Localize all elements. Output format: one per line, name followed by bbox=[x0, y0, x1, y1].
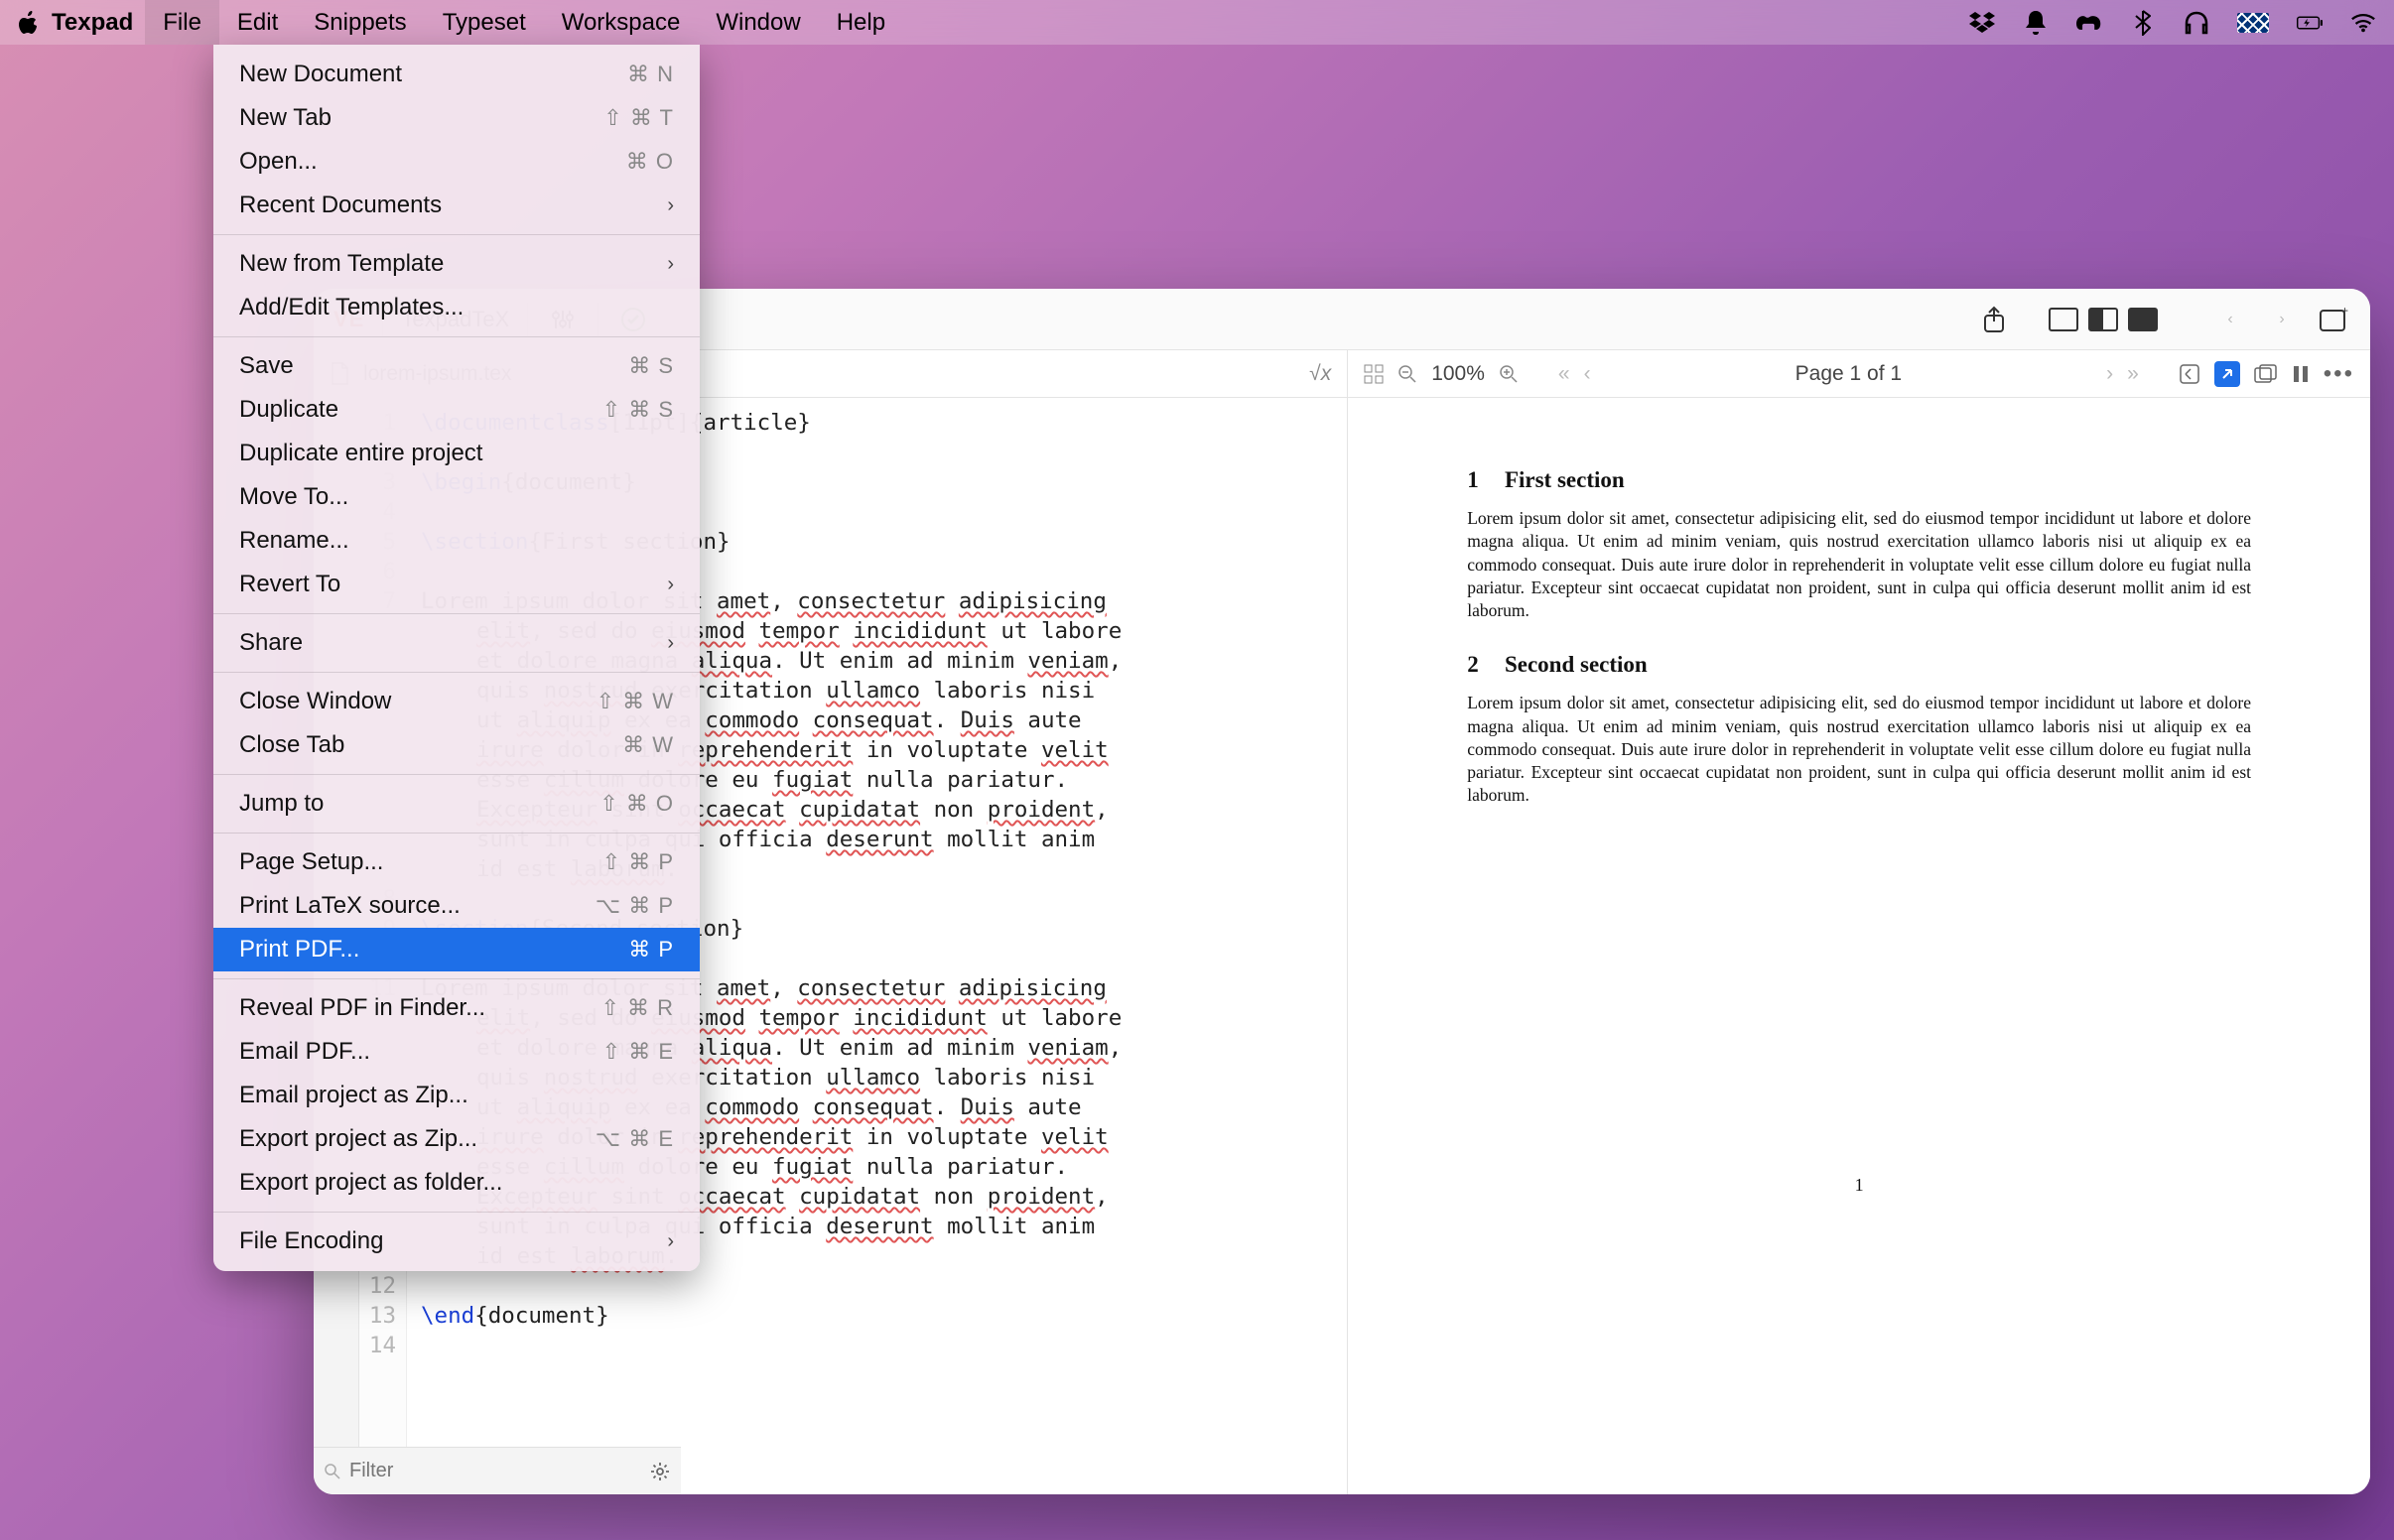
last-page-icon[interactable]: » bbox=[2127, 362, 2139, 386]
preview-toolbar: 100% « ‹ Page 1 of 1 › » ••• bbox=[1348, 350, 2370, 397]
menubar: Texpad FileEditSnippetsTypesetWorkspaceW… bbox=[0, 0, 2394, 45]
zoom-level: 100% bbox=[1431, 362, 1485, 386]
page-indicator: Page 1 of 1 bbox=[1605, 362, 2092, 386]
menu-item-reveal-pdf-in-finder-[interactable]: Reveal PDF in Finder...⇧ ⌘ R bbox=[213, 986, 700, 1030]
battery-icon[interactable] bbox=[2297, 10, 2323, 36]
external-icon[interactable] bbox=[2214, 361, 2240, 387]
share-icon[interactable] bbox=[1977, 303, 2011, 336]
menu-item-close-tab[interactable]: Close Tab⌘ W bbox=[213, 723, 700, 767]
menu-item-print-latex-source-[interactable]: Print LaTeX source...⌥ ⌘ P bbox=[213, 884, 700, 928]
preview-page: 1 First sectionLorem ipsum dolor sit ame… bbox=[1467, 467, 2251, 1196]
layout-single-icon[interactable] bbox=[2049, 308, 2078, 331]
zoom-out-icon[interactable] bbox=[1397, 364, 1417, 384]
zoom-in-icon[interactable] bbox=[1499, 364, 1519, 384]
menu-item-page-setup-[interactable]: Page Setup...⇧ ⌘ P bbox=[213, 840, 700, 884]
pause-icon[interactable] bbox=[2292, 364, 2310, 384]
sync-icon[interactable] bbox=[2179, 363, 2200, 385]
headphones-icon[interactable] bbox=[2184, 10, 2209, 36]
menu-item-print-pdf-[interactable]: Print PDF...⌘ P bbox=[213, 928, 700, 971]
menu-item-recent-documents[interactable]: Recent Documents› bbox=[213, 184, 700, 227]
menu-file[interactable]: File bbox=[145, 0, 219, 45]
menu-item-export-project-as-zip-[interactable]: Export project as Zip...⌥ ⌘ E bbox=[213, 1117, 700, 1161]
next-page-icon[interactable]: › bbox=[2106, 362, 2113, 386]
menu-item-open-[interactable]: Open...⌘ O bbox=[213, 140, 700, 184]
first-page-icon[interactable]: « bbox=[1558, 362, 1570, 386]
menu-item-add-edit-templates-[interactable]: Add/Edit Templates... bbox=[213, 286, 700, 329]
windows-icon[interactable] bbox=[2254, 364, 2278, 384]
formula-icon[interactable]: √x bbox=[1309, 362, 1331, 386]
file-menu-dropdown: New Document⌘ NNew Tab⇧ ⌘ TOpen...⌘ ORec… bbox=[213, 45, 700, 1271]
menu-item-duplicate-entire-project[interactable]: Duplicate entire project bbox=[213, 432, 700, 475]
gear-icon[interactable] bbox=[649, 1461, 671, 1482]
menubar-right bbox=[1969, 10, 2376, 36]
more-icon[interactable]: ••• bbox=[2324, 360, 2354, 388]
layout-selector[interactable] bbox=[2049, 308, 2158, 331]
menu-item-close-window[interactable]: Close Window⇧ ⌘ W bbox=[213, 680, 700, 723]
flag-uk-icon[interactable] bbox=[2237, 13, 2269, 33]
menu-item-save[interactable]: Save⌘ S bbox=[213, 344, 700, 388]
menu-typeset[interactable]: Typeset bbox=[425, 0, 544, 45]
menu-item-rename-[interactable]: Rename... bbox=[213, 519, 700, 563]
layout-full-icon[interactable] bbox=[2128, 308, 2158, 331]
filter-bar bbox=[314, 1447, 681, 1494]
prev-page-icon[interactable]: ‹ bbox=[1584, 362, 1591, 386]
apple-logo-icon[interactable] bbox=[18, 11, 40, 35]
elephant-icon[interactable] bbox=[2076, 10, 2102, 36]
nav-back-icon[interactable]: ‹ bbox=[2213, 303, 2247, 336]
filter-icon bbox=[324, 1463, 341, 1480]
menu-window[interactable]: Window bbox=[698, 0, 818, 45]
wifi-icon[interactable] bbox=[2350, 10, 2376, 36]
grid-icon[interactable] bbox=[1364, 364, 1384, 384]
menu-item-new-tab[interactable]: New Tab⇧ ⌘ T bbox=[213, 96, 700, 140]
menu-item-export-project-as-folder-[interactable]: Export project as folder... bbox=[213, 1161, 700, 1205]
app-name[interactable]: Texpad bbox=[52, 9, 133, 37]
new-window-icon[interactable]: + bbox=[2317, 303, 2350, 336]
menu-item-jump-to[interactable]: Jump to⇧ ⌘ O bbox=[213, 782, 700, 826]
menu-item-share[interactable]: Share› bbox=[213, 621, 700, 665]
menubar-left: Texpad FileEditSnippetsTypesetWorkspaceW… bbox=[18, 0, 903, 45]
menu-item-move-to-[interactable]: Move To... bbox=[213, 475, 700, 519]
menu-item-file-encoding[interactable]: File Encoding› bbox=[213, 1219, 700, 1263]
filter-input[interactable] bbox=[349, 1460, 641, 1482]
menu-item-revert-to[interactable]: Revert To› bbox=[213, 563, 700, 606]
menu-item-email-pdf-[interactable]: Email PDF...⇧ ⌘ E bbox=[213, 1030, 700, 1074]
svg-text:+: + bbox=[2341, 307, 2348, 318]
menu-item-new-document[interactable]: New Document⌘ N bbox=[213, 53, 700, 96]
menu-edit[interactable]: Edit bbox=[219, 0, 296, 45]
nav-forward-icon[interactable]: › bbox=[2265, 303, 2299, 336]
menu-help[interactable]: Help bbox=[819, 0, 903, 45]
menu-workspace[interactable]: Workspace bbox=[544, 0, 699, 45]
menu-item-email-project-as-zip-[interactable]: Email project as Zip... bbox=[213, 1074, 700, 1117]
bell-icon[interactable] bbox=[2023, 10, 2049, 36]
menu-item-new-from-template[interactable]: New from Template› bbox=[213, 242, 700, 286]
bluetooth-icon[interactable] bbox=[2130, 10, 2156, 36]
dropbox-icon[interactable] bbox=[1969, 10, 1995, 36]
pdf-preview[interactable]: 1 First sectionLorem ipsum dolor sit ame… bbox=[1348, 398, 2370, 1494]
menu-item-duplicate[interactable]: Duplicate⇧ ⌘ S bbox=[213, 388, 700, 432]
layout-split-icon[interactable] bbox=[2088, 308, 2118, 331]
menu-snippets[interactable]: Snippets bbox=[296, 0, 424, 45]
